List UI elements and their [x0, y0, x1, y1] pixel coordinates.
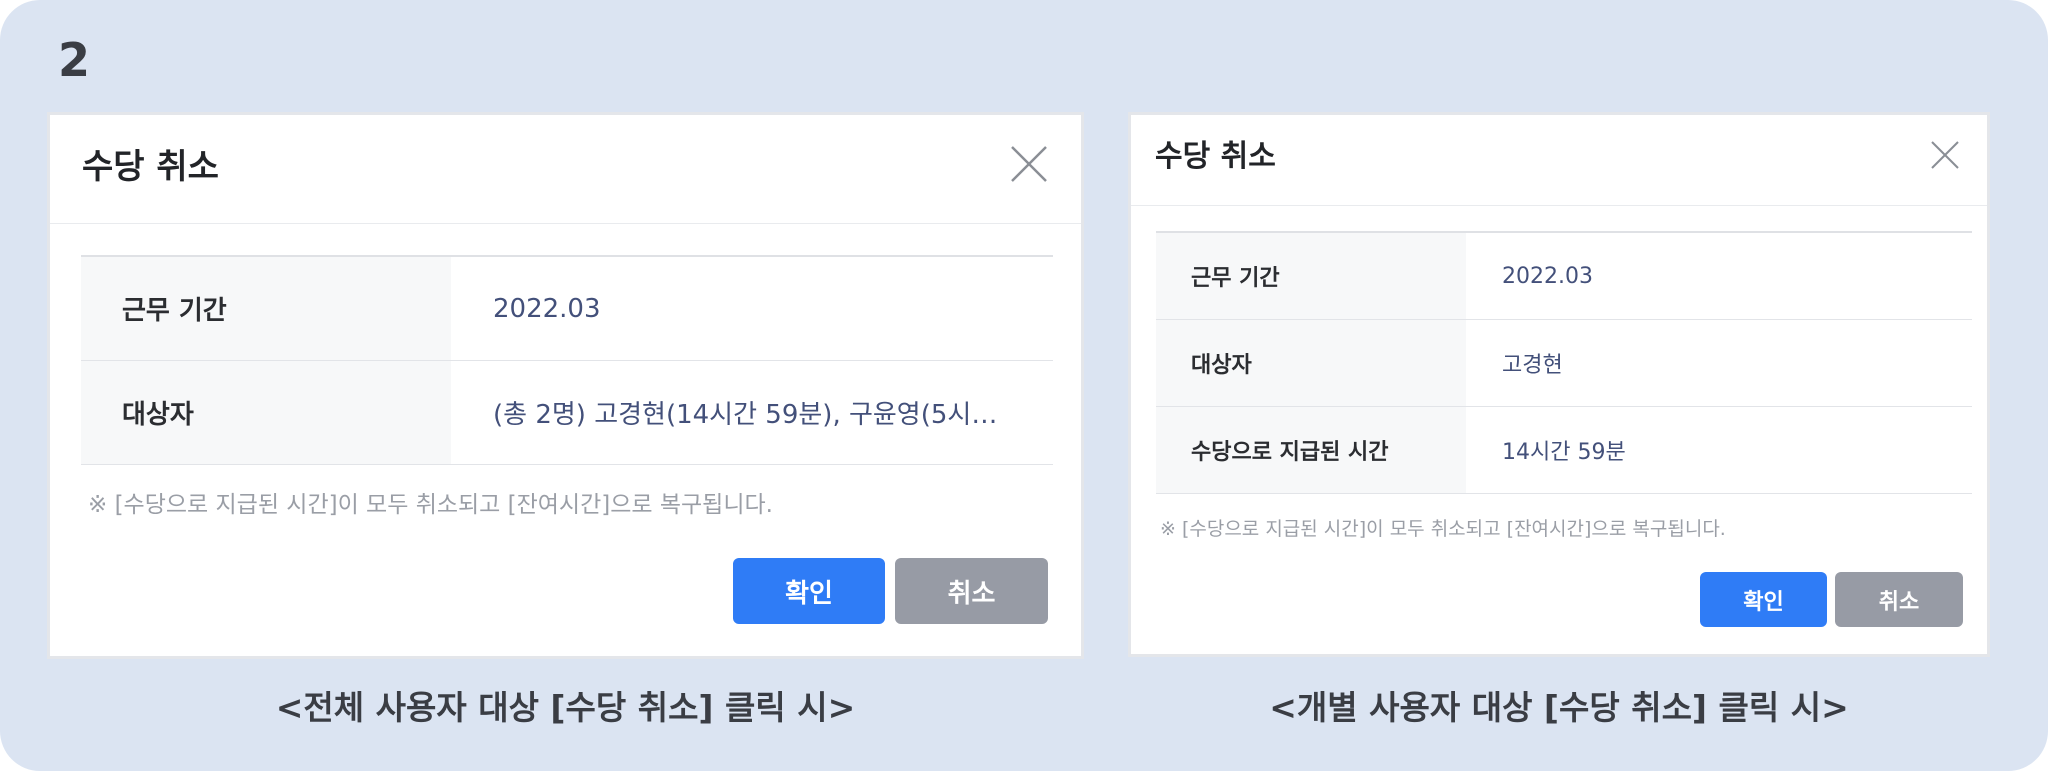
- canvas: 2 수당 취소 근무 기간 2022.03 대상자 (총 2명) 고경현(14시…: [0, 0, 2048, 771]
- close-button[interactable]: [1008, 143, 1050, 185]
- close-icon: [1931, 141, 1959, 169]
- confirm-button[interactable]: 확인: [733, 558, 885, 624]
- confirm-button[interactable]: 확인: [1700, 572, 1827, 627]
- row-value-work-period: 2022.03: [493, 293, 601, 324]
- table-row: 수당으로 지급된 시간 14시간 59분: [1156, 407, 1972, 494]
- close-icon: [1011, 146, 1047, 182]
- dialog-title: 수당 취소: [82, 147, 219, 187]
- row-value-target: (총 2명) 고경현(14시간 59분), 구윤영(5시…: [493, 400, 998, 430]
- info-table: 근무 기간 2022.03 대상자 (총 2명) 고경현(14시간 59분), …: [81, 255, 1053, 465]
- row-label-paid-hours: 수당으로 지급된 시간: [1156, 407, 1466, 493]
- dialog-header: 수당 취소: [1131, 115, 1987, 206]
- step-number: 2: [58, 33, 91, 87]
- notice-text: ※ [수당으로 지급된 시간]이 모두 취소되고 [잔여시간]으로 복구됩니다.: [1160, 518, 1726, 540]
- row-value-work-period: 2022.03: [1502, 263, 1593, 289]
- row-label-work-period: 근무 기간: [81, 257, 451, 360]
- close-button[interactable]: [1929, 139, 1961, 171]
- caption-all-users: <전체 사용자 대상 [수당 취소] 클릭 시>: [275, 688, 856, 727]
- cancel-allowance-dialog-all-users: 수당 취소 근무 기간 2022.03 대상자 (총 2명) 고경현(14시간 …: [47, 112, 1084, 659]
- row-label-work-period: 근무 기간: [1156, 233, 1466, 319]
- table-row: 대상자 고경현: [1156, 320, 1972, 407]
- table-row: 근무 기간 2022.03: [81, 257, 1053, 361]
- table-row: 대상자 (총 2명) 고경현(14시간 59분), 구윤영(5시…: [81, 361, 1053, 465]
- info-table: 근무 기간 2022.03 대상자 고경현 수당으로 지급된 시간 14시간 5…: [1156, 231, 1972, 494]
- cancel-allowance-dialog-individual: 수당 취소 근무 기간 2022.03 대상자 고경현 수당으로 지급된 시간 …: [1128, 112, 1990, 657]
- cancel-button[interactable]: 취소: [1835, 572, 1963, 627]
- row-value-target: 고경현: [1502, 353, 1563, 378]
- row-value-paid-hours: 14시간 59분: [1502, 440, 1626, 465]
- row-label-target: 대상자: [1156, 320, 1466, 406]
- row-label-target: 대상자: [81, 361, 451, 464]
- caption-individual: <개별 사용자 대상 [수당 취소] 클릭 시>: [1269, 688, 1849, 727]
- dialog-title: 수당 취소: [1155, 139, 1276, 174]
- table-row: 근무 기간 2022.03: [1156, 233, 1972, 320]
- cancel-button[interactable]: 취소: [895, 558, 1048, 624]
- notice-text: ※ [수당으로 지급된 시간]이 모두 취소되고 [잔여시간]으로 복구됩니다.: [88, 492, 773, 518]
- dialog-header: 수당 취소: [50, 115, 1081, 224]
